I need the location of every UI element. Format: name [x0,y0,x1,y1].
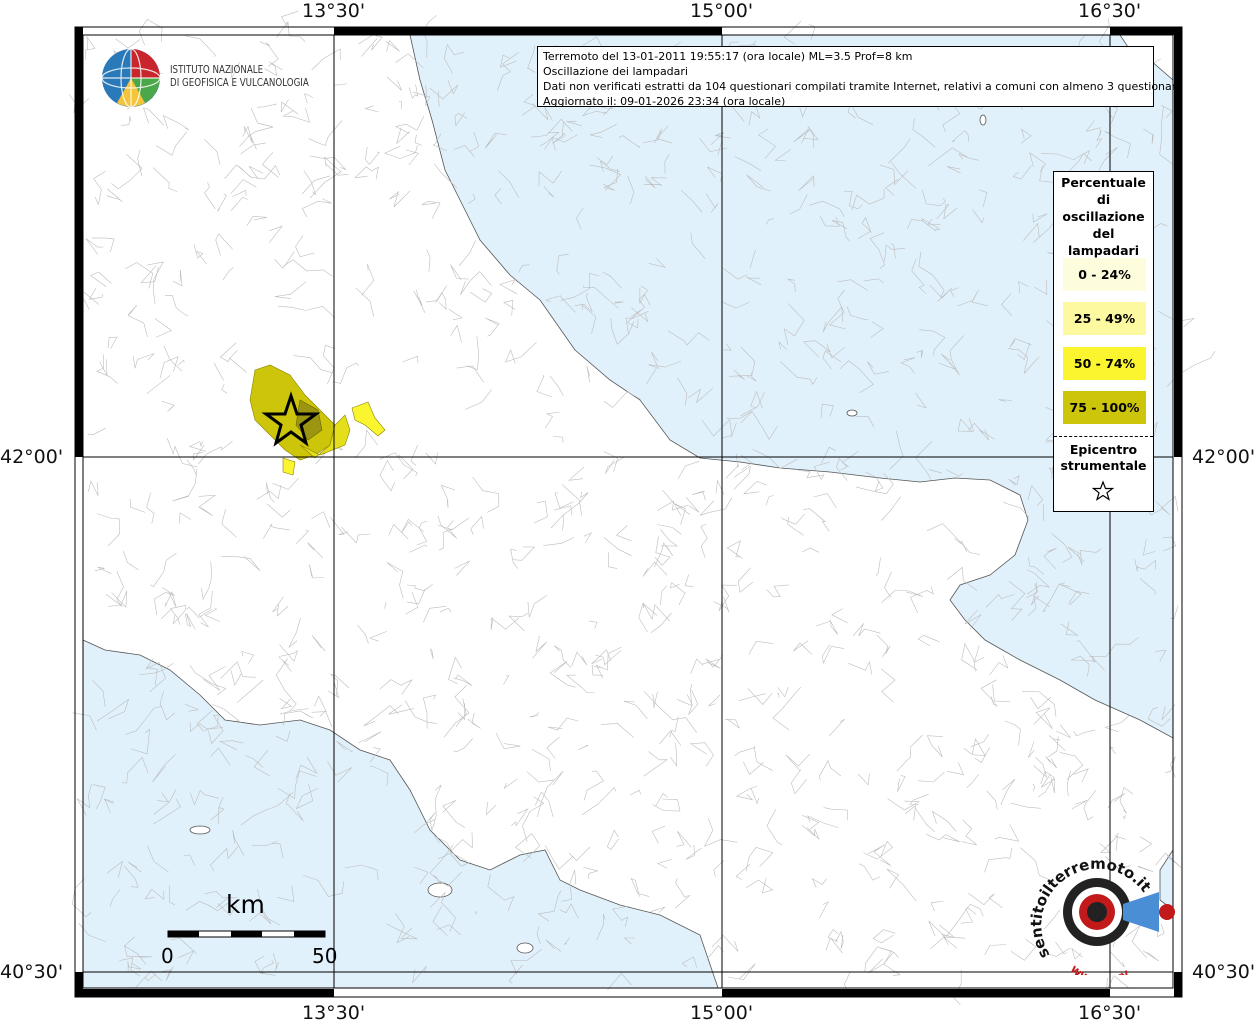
scale-unit-label: km [226,890,265,919]
legend-item-25-49: 25 - 49% [1063,302,1146,335]
info-line-2: Oscillazione dei lampadari [543,65,688,78]
legend-divider [1054,436,1153,437]
watermark-url: www.ingv [1068,962,1132,975]
institute-line-2: DI GEOFISICA E VULCANOLOGIA [170,77,309,89]
island [189,825,211,835]
legend-item-75-100: 75 - 100% [1063,391,1146,424]
coord-bottom-2: 15°00' [690,1002,754,1024]
scale-start-label: 0 [161,944,174,968]
coord-bottom-1: 13°30' [302,1002,366,1024]
coord-right-2: 40°30' [1192,961,1256,983]
legend-title: Percentuale di oscillazione del lampadar… [1054,172,1153,259]
legend-epicenter-line-2: strumentale [1060,458,1147,473]
legend-epicenter-line-1: Epicentro [1069,442,1138,457]
info-line-4: Aggiornato il: 09-01-2026 23:34 (ora loc… [543,95,786,108]
legend-epicenter-label: Epicentro strumentale [1054,442,1153,474]
legend-title-line: Percentuale [1061,175,1146,190]
coord-left-2: 40°30' [0,961,64,983]
coord-bottom-3: 16°30' [1078,1002,1142,1024]
scale-end-label: 50 [312,944,338,968]
scale-bar [167,930,326,938]
star-outline-icon [1092,480,1114,501]
earthquake-info-box: Terremoto del 13-01-2011 19:55:17 (ora l… [537,46,1183,108]
island [516,942,534,954]
institute-line-1: ISTITUTO NAZIONALE [170,64,264,76]
legend-item-50-74: 50 - 74% [1063,347,1146,380]
globe-logo-icon [101,48,161,108]
legend-title-line: del [1092,226,1115,241]
sentitoilterremoto-watermark: sentitoilterremoto.it www.ingv [1030,860,1155,975]
institute-name: ISTITUTO NAZIONALE DI GEOFISICA E VULCAN… [170,64,309,90]
legend-title-line: di [1096,192,1111,207]
coord-top-3: 16°30' [1078,0,1142,22]
coord-left-1: 42°00' [0,446,64,468]
legend-title-line: oscillazione [1062,209,1145,224]
watermark-text: sentitoilterremoto.it [1030,860,1155,962]
legend-item-0-24: 0 - 24% [1063,258,1146,291]
info-line-3: Dati non verificati estratti da 104 ques… [543,80,1183,93]
island [979,114,987,126]
legend-title-line: lampadari [1068,243,1139,258]
coord-top-1: 13°30' [302,0,366,22]
map-legend: Percentuale di oscillazione del lampadar… [1053,171,1154,512]
coord-right-1: 42°00' [1192,446,1256,468]
info-line-1: Terremoto del 13-01-2011 19:55:17 (ora l… [543,50,913,63]
island [846,409,858,417]
coord-top-2: 15°00' [690,0,754,22]
